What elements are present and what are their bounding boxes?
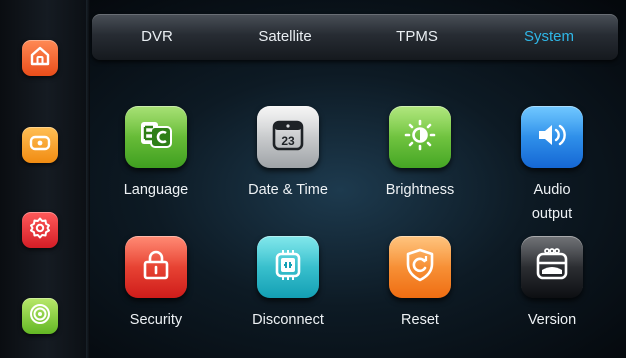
reset-label: Reset	[401, 312, 439, 328]
brightness-icon	[401, 116, 439, 159]
brightness-button[interactable]: Brightness	[360, 106, 480, 202]
date-time-label: Date & Time	[248, 182, 328, 198]
language-button[interactable]: Language	[96, 106, 216, 202]
calendar-day: 23	[281, 134, 295, 148]
disconnect-label: Disconnect	[252, 312, 324, 328]
settings-icon	[28, 216, 52, 245]
security-tile[interactable]	[125, 236, 187, 298]
version-label: Version	[527, 312, 577, 328]
audio-output-button[interactable]: Audio output	[492, 106, 612, 226]
sidebar-divider	[86, 0, 90, 358]
brightness-tile[interactable]	[389, 106, 451, 168]
reset-icon	[401, 246, 439, 289]
audio-output-label-line1: Audio	[533, 182, 571, 198]
disconnect-icon	[269, 246, 307, 289]
lock-icon	[137, 246, 175, 289]
audio-output-label: Audio output	[492, 178, 612, 226]
tab-system[interactable]: System	[494, 14, 604, 60]
security-button[interactable]: Security	[96, 236, 216, 332]
calendar-icon: 23	[269, 116, 307, 159]
version-tile[interactable]	[521, 236, 583, 298]
media-icon	[28, 131, 52, 160]
home-icon	[28, 44, 52, 73]
disconnect-button[interactable]: Disconnect	[228, 236, 348, 332]
tab-bar: DVR Satellite TPMS System	[92, 14, 618, 60]
version-button[interactable]: Version	[492, 236, 612, 332]
brightness-label: Brightness	[385, 182, 455, 198]
speaker-icon	[533, 116, 571, 159]
version-icon	[533, 246, 571, 289]
reset-tile[interactable]	[389, 236, 451, 298]
date-time-button[interactable]: 23 Date & Time	[228, 106, 348, 202]
security-label: Security	[129, 312, 183, 328]
date-time-tile[interactable]: 23	[257, 106, 319, 168]
audio-output-tile[interactable]	[521, 106, 583, 168]
language-label: Language	[123, 182, 189, 198]
sidebar-settings-button[interactable]	[22, 212, 58, 248]
reset-button[interactable]: Reset	[360, 236, 480, 332]
language-icon	[137, 116, 175, 159]
tab-tpms[interactable]: TPMS	[362, 14, 472, 60]
tab-satellite[interactable]: Satellite	[230, 14, 340, 60]
sidebar-home-button[interactable]	[22, 40, 58, 76]
tab-dvr[interactable]: DVR	[102, 14, 212, 60]
sidebar-radar-button[interactable]	[22, 298, 58, 334]
radar-icon	[28, 302, 52, 331]
audio-output-label-line2: output	[531, 206, 573, 222]
disconnect-tile[interactable]	[257, 236, 319, 298]
language-tile[interactable]	[125, 106, 187, 168]
sidebar-media-button[interactable]	[22, 127, 58, 163]
